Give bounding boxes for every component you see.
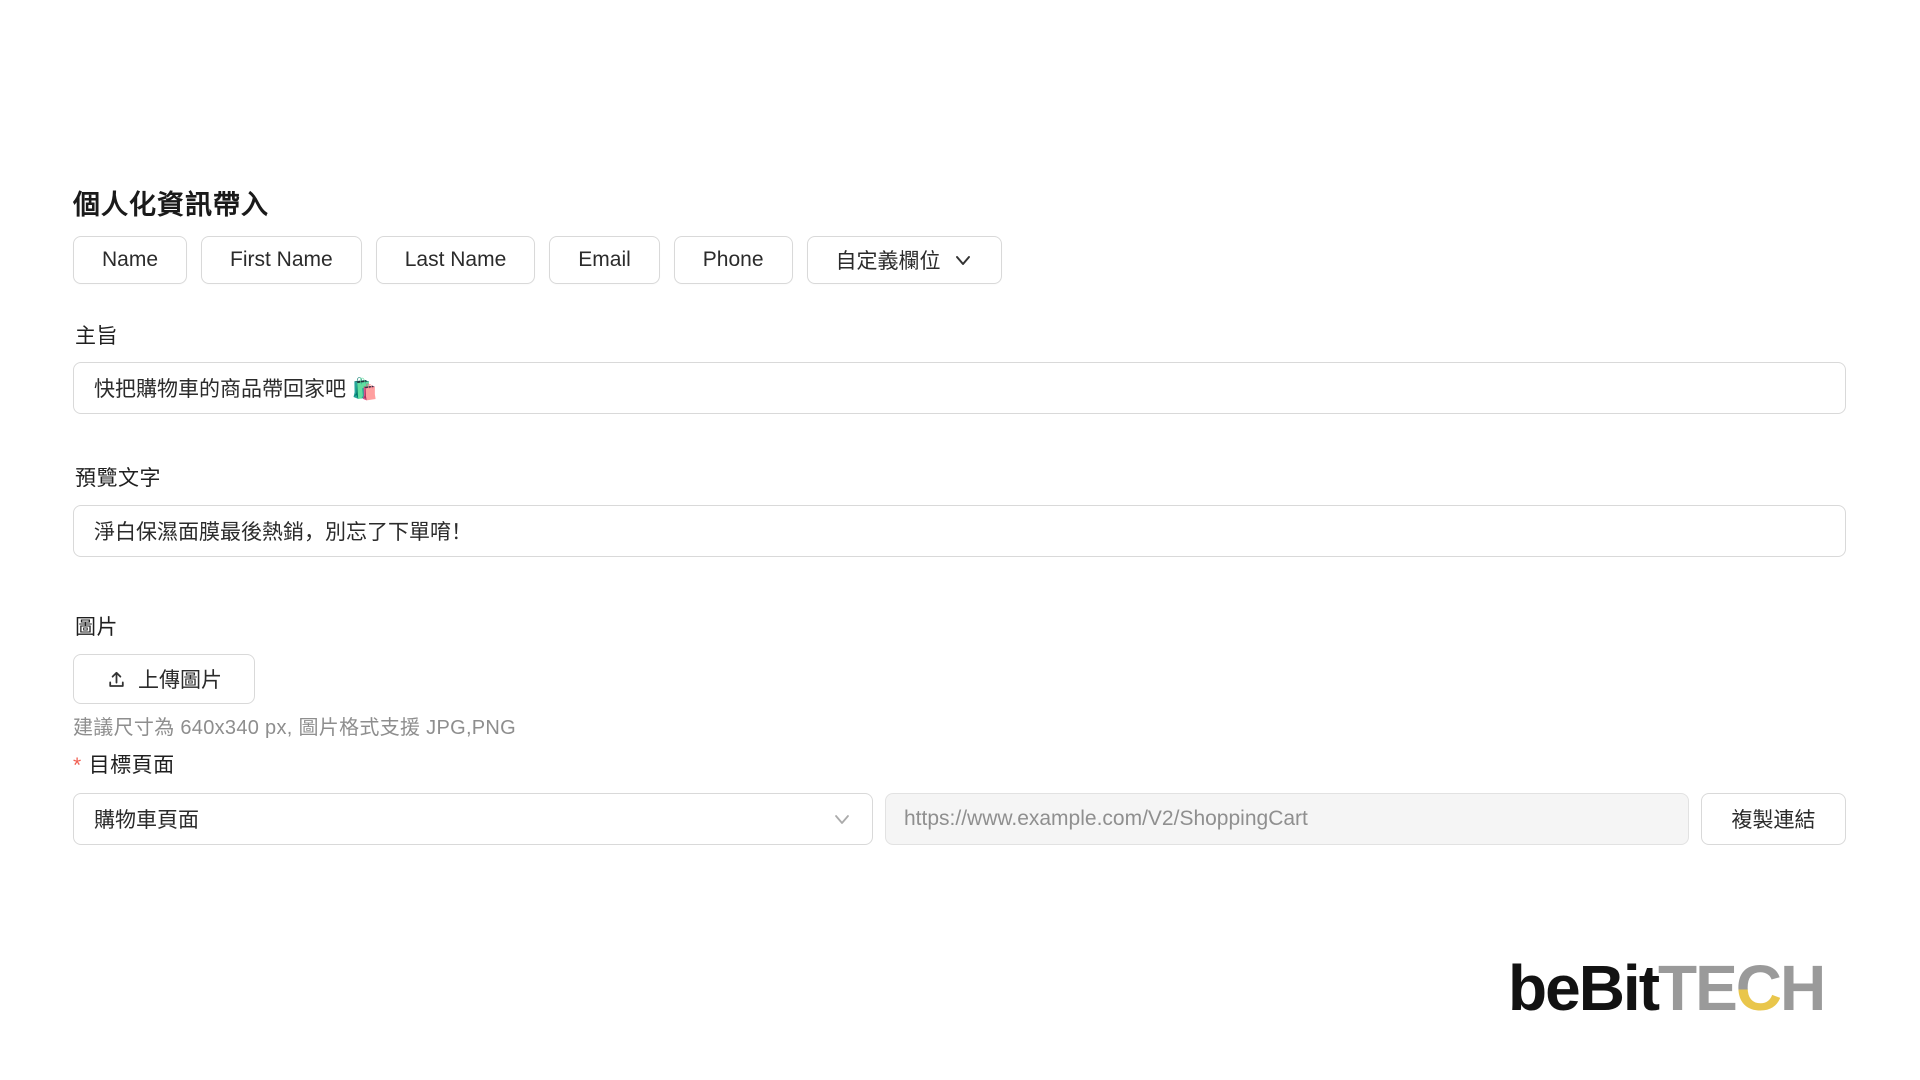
logo-c-accent-text: C [1736, 952, 1780, 1024]
image-label: 圖片 [75, 611, 118, 641]
subject-input[interactable] [73, 362, 1846, 414]
upload-icon [106, 669, 127, 690]
custom-field-dropdown-button[interactable]: 自定義欄位 [807, 236, 1002, 284]
subject-label: 主旨 [75, 320, 118, 350]
target-page-select[interactable]: 購物車頁面 [73, 793, 873, 845]
target-page-row: 購物車頁面 複製連結 [73, 793, 1846, 845]
personalization-section-title: 個人化資訊帶入 [73, 183, 269, 222]
logo-h-text: H [1780, 952, 1824, 1024]
required-asterisk: * [73, 754, 82, 777]
chevron-down-icon [953, 250, 973, 270]
token-last-name-button[interactable]: Last Name [376, 236, 536, 284]
campaign-editor-page: 個人化資訊帶入 Name First Name Last Name Email … [0, 0, 1920, 1080]
token-first-name-button[interactable]: First Name [201, 236, 362, 284]
chevron-down-icon [832, 809, 852, 829]
logo-te-text: TE [1658, 952, 1736, 1024]
target-page-label-row: * 目標頁面 [73, 749, 175, 779]
target-page-label: 目標頁面 [89, 754, 175, 777]
copy-link-button[interactable]: 複製連結 [1701, 793, 1846, 845]
preview-text-label: 預覽文字 [75, 462, 161, 492]
personalization-token-row: Name First Name Last Name Email Phone 自定… [73, 236, 1002, 284]
token-name-button[interactable]: Name [73, 236, 187, 284]
logo-bebit-text: beBit [1508, 952, 1658, 1024]
custom-field-label: 自定義欄位 [836, 245, 941, 275]
target-url-input [885, 793, 1689, 845]
image-size-hint: 建議尺寸為 640x340 px, 圖片格式支援 JPG,PNG [73, 711, 516, 740]
target-page-selected-option: 購物車頁面 [94, 804, 199, 834]
token-phone-button[interactable]: Phone [674, 236, 793, 284]
upload-image-button[interactable]: 上傳圖片 [73, 654, 255, 704]
preview-text-input[interactable] [73, 505, 1846, 557]
token-email-button[interactable]: Email [549, 236, 660, 284]
bebittech-logo: beBitTECH [1508, 956, 1824, 1020]
upload-image-label: 上傳圖片 [138, 664, 222, 694]
